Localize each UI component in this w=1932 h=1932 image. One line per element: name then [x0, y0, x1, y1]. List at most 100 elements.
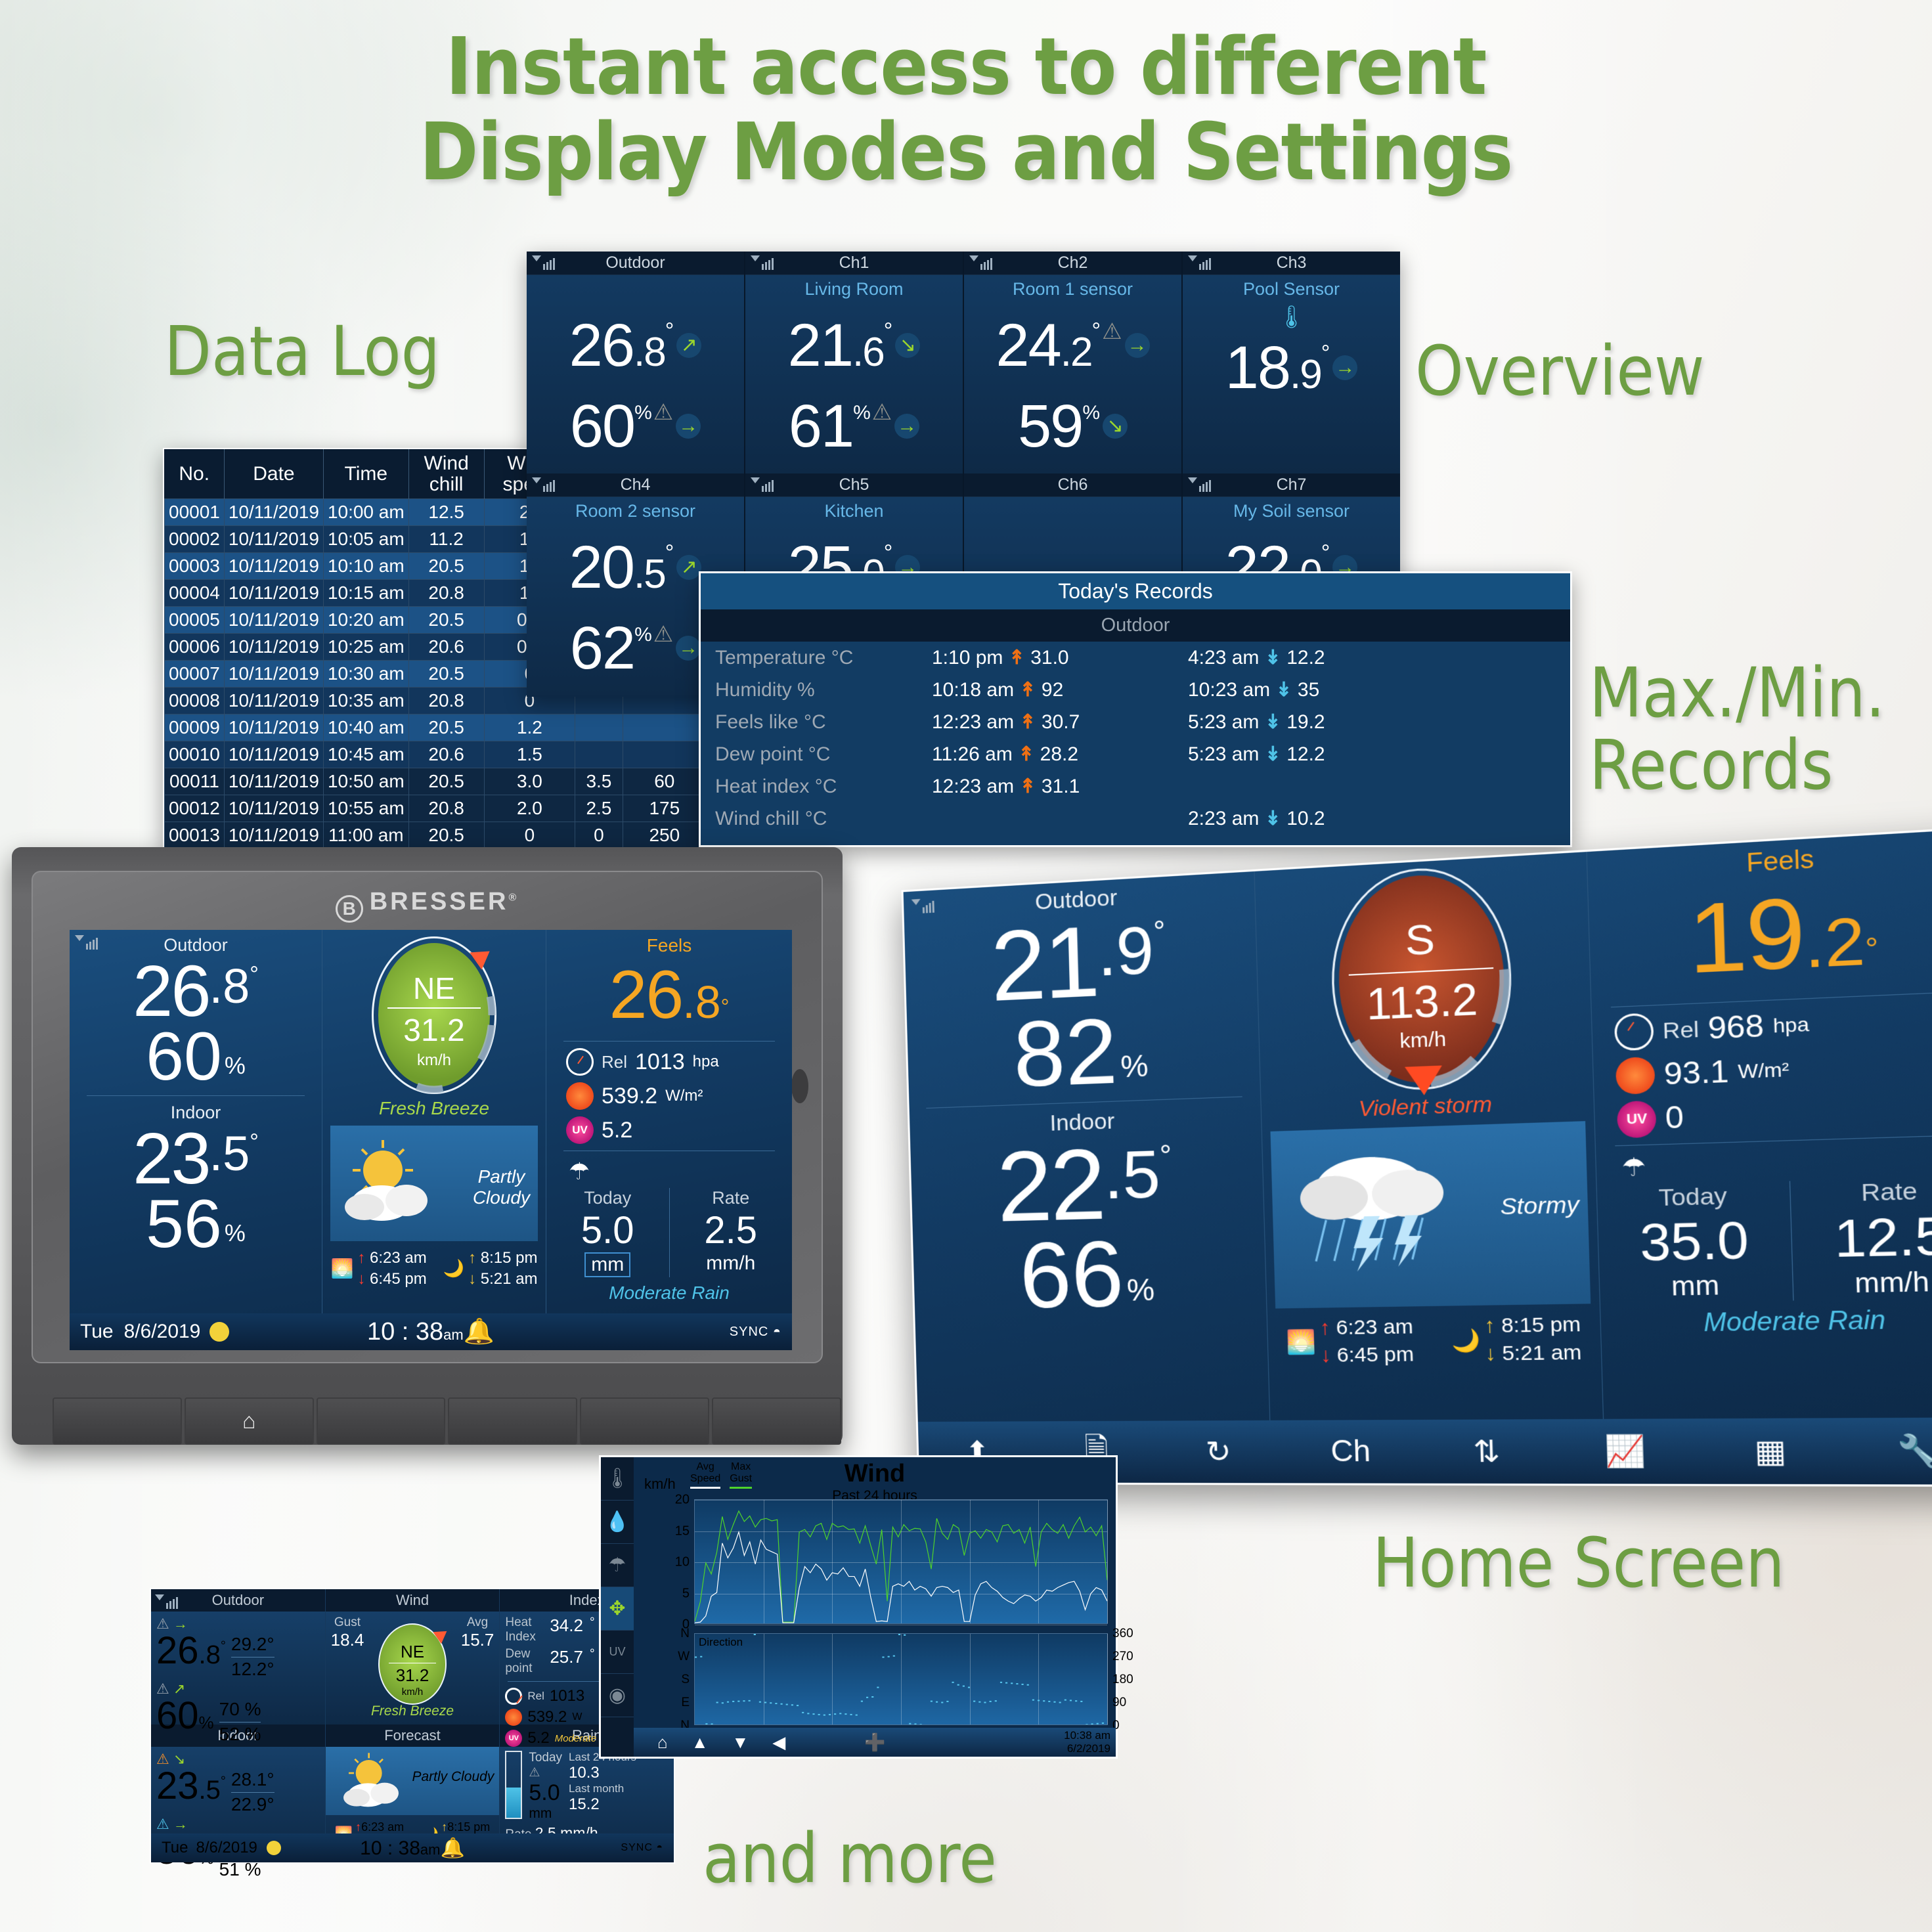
- table-icon[interactable]: ▦: [1754, 1433, 1787, 1470]
- table-row[interactable]: 00013 10/11/2019 11:00 am 20.5 0 0 250: [164, 822, 707, 847]
- todays-records-panel[interactable]: Today's Records Outdoor Temperature °C 1:…: [699, 571, 1572, 847]
- record-max: 1:10 pm ↟ 31.0: [932, 647, 1069, 669]
- legend-swatch: [690, 1487, 721, 1489]
- trend-arrow-icon: [676, 636, 701, 661]
- device-button-5[interactable]: [580, 1397, 710, 1445]
- device-button-3[interactable]: [316, 1397, 446, 1445]
- degree-symbol: °: [1321, 341, 1330, 366]
- rain-icon[interactable]: ☂: [601, 1544, 634, 1587]
- trend-arrow-icon: [894, 414, 920, 439]
- refresh-icon[interactable]: ↻: [1205, 1434, 1231, 1469]
- device-button-4[interactable]: [448, 1397, 578, 1445]
- solar-icon[interactable]: ◉: [601, 1674, 634, 1717]
- max-icon: ↟: [1019, 711, 1036, 733]
- sunrise-icon: 🌅: [1286, 1328, 1317, 1355]
- chart-ylabel: km/h: [644, 1476, 676, 1492]
- direction-y-tick: S: [681, 1673, 690, 1686]
- table-row[interactable]: 00012 10/11/2019 10:55 am 20.8 2.0 2.5 175: [164, 795, 707, 822]
- sp-dew: 25.7: [550, 1647, 583, 1667]
- caption-overview: Overview: [1415, 331, 1705, 411]
- plus-icon[interactable]: ➕: [864, 1732, 885, 1753]
- device-button-6[interactable]: [712, 1397, 841, 1445]
- rain-unit-selector[interactable]: mm: [584, 1252, 631, 1277]
- status-clock: 10 : 38am🔔: [360, 1837, 465, 1859]
- overview-cell-ch2[interactable]: Ch2 Room 1 sensor 24.2°⚠ 59%: [964, 252, 1183, 473]
- channel-label: Ch7: [1276, 475, 1307, 494]
- wind-dial[interactable]: NE 31.2 km/h: [378, 1623, 451, 1705]
- direction-degree-tick: 90: [1112, 1696, 1127, 1709]
- channel-button[interactable]: Ch: [1330, 1434, 1371, 1468]
- table-cell: 00001: [164, 498, 225, 526]
- percent-symbol: %: [1126, 1271, 1155, 1307]
- max-icon: ↟: [1008, 647, 1025, 669]
- wind-chart-panel[interactable]: 🌡 💧 ☂ ✥ UV ◉ Wind Past 24 hours km/h Avg…: [599, 1455, 1133, 1759]
- record-max: 12:23 am ↟ 30.7: [932, 711, 1080, 733]
- alarm-icon: ⚠: [871, 399, 892, 425]
- humidity-icon[interactable]: 💧: [601, 1501, 634, 1544]
- record-max: 12:23 am ↟ 31.1: [932, 776, 1080, 797]
- left-icon[interactable]: ◀: [772, 1732, 785, 1753]
- home-screen-panel[interactable]: Outdoor 21 .9 ° 82 % Indoor 22 .5 ° 66 %: [901, 826, 1932, 1487]
- device-button-1[interactable]: [53, 1397, 182, 1445]
- wind-dial[interactable]: S 113.2 km/h: [1329, 863, 1515, 1096]
- rain-rate-label: Rate: [1860, 1177, 1918, 1207]
- down-icon[interactable]: ▼: [732, 1732, 749, 1753]
- trend-arrow-icon: [1332, 355, 1358, 381]
- device-button-row[interactable]: ⌂: [53, 1397, 844, 1445]
- outdoor-temp-dec: .9: [1096, 912, 1155, 991]
- channel-label: Ch6: [1057, 475, 1088, 494]
- degree-symbol: °: [665, 540, 674, 565]
- solar-icon: [1615, 1056, 1656, 1095]
- overview-cell-ch3[interactable]: Ch3 Pool Sensor 🌡 18.9 °: [1183, 252, 1400, 473]
- channel-label: Outdoor: [605, 253, 665, 272]
- table-row[interactable]: 00009 10/11/2019 10:40 am 20.5 1.2: [164, 714, 707, 741]
- detail-overview-panel[interactable]: Outdoor ⚠ → 26.8° 29.2° 12.2° ⚠ ↗ 60% 70…: [150, 1588, 675, 1879]
- channel-humidity: 62: [569, 614, 636, 682]
- table-cell: 10/11/2019: [223, 633, 324, 661]
- device-screen[interactable]: Outdoor 26 .8 ° 60 % Indoor 23 .5 ° 56 %…: [70, 930, 792, 1350]
- thermometer-icon[interactable]: 🌡: [601, 1457, 634, 1501]
- home-icon[interactable]: ⌂: [657, 1732, 668, 1753]
- table-row[interactable]: 00011 10/11/2019 10:50 am 20.5 3.0 3.5 60: [164, 768, 707, 795]
- table-row[interactable]: 00010 10/11/2019 10:45 am 20.6 1.5: [164, 741, 707, 768]
- thunderstorm-icon: [1299, 1155, 1444, 1272]
- solar-unit: W/m²: [665, 1087, 703, 1105]
- outdoor-humidity: 82 %: [907, 998, 1260, 1107]
- table-cell: 20.5: [408, 552, 485, 580]
- sun-times: 🌅 ↑ 6:23 am ↓ 6:45 pm: [330, 1249, 427, 1288]
- moonrise-time: 8:15 pm: [1501, 1313, 1581, 1338]
- percent-symbol: %: [198, 1713, 214, 1732]
- overview-cell-outdoor[interactable]: Outdoor 26.8° 60%⚠: [527, 252, 745, 473]
- wind-icon[interactable]: ✥: [601, 1587, 634, 1631]
- record-min: 2:23 am ↡ 10.2: [1188, 808, 1325, 829]
- wind-dial[interactable]: NE 31.2 km/h: [372, 936, 496, 1094]
- up-icon[interactable]: ▲: [692, 1732, 709, 1753]
- overview-cell-ch1[interactable]: Ch1 Living Room 21.6° 61%⚠: [745, 252, 964, 473]
- bresser-b-mark: B: [335, 895, 363, 923]
- direction-y-tick: N: [680, 1627, 690, 1640]
- chart-icon[interactable]: 📈: [1605, 1433, 1647, 1470]
- rain-today-cell: Today 5.0 mm: [546, 1188, 669, 1277]
- maxmin-icon[interactable]: ⇅: [1473, 1434, 1501, 1469]
- record-min: 4:23 am ↡ 12.2: [1188, 647, 1325, 669]
- sensor-name: [527, 279, 744, 300]
- record-row: Humidity % 10:18 am ↟ 92 10:23 am ↡ 35: [701, 674, 1570, 706]
- chart-sidebar[interactable]: 🌡 💧 ☂ ✥ UV ◉: [601, 1457, 634, 1757]
- record-min: 5:23 am ↡ 19.2: [1188, 711, 1325, 733]
- percent-symbol: %: [853, 401, 871, 424]
- wind-speed-unit: km/h: [401, 1686, 424, 1698]
- table-cell: [575, 714, 623, 741]
- table-cell: 10:20 am: [322, 606, 409, 634]
- percent-symbol: %: [634, 623, 652, 646]
- sp-sunrise: 6:23 am: [361, 1820, 405, 1833]
- rain-description: Moderate Rain: [609, 1283, 730, 1303]
- wrench-icon[interactable]: 🔧: [1897, 1432, 1932, 1470]
- device-home-button[interactable]: ⌂: [184, 1397, 314, 1445]
- rain-today-cell: Today 35.0 mm: [1597, 1181, 1793, 1304]
- channel-body: 26.8° 60%⚠: [527, 275, 744, 473]
- device-knob[interactable]: [791, 1069, 808, 1103]
- table-cell: 11.2: [408, 525, 485, 553]
- table-cell: 20.8: [408, 795, 485, 822]
- uv-icon[interactable]: UV: [601, 1631, 634, 1674]
- chart-nav-bar[interactable]: ⌂ ▲ ▼ ◀ ➕ 10:38 am 6/2/2019: [634, 1728, 1116, 1757]
